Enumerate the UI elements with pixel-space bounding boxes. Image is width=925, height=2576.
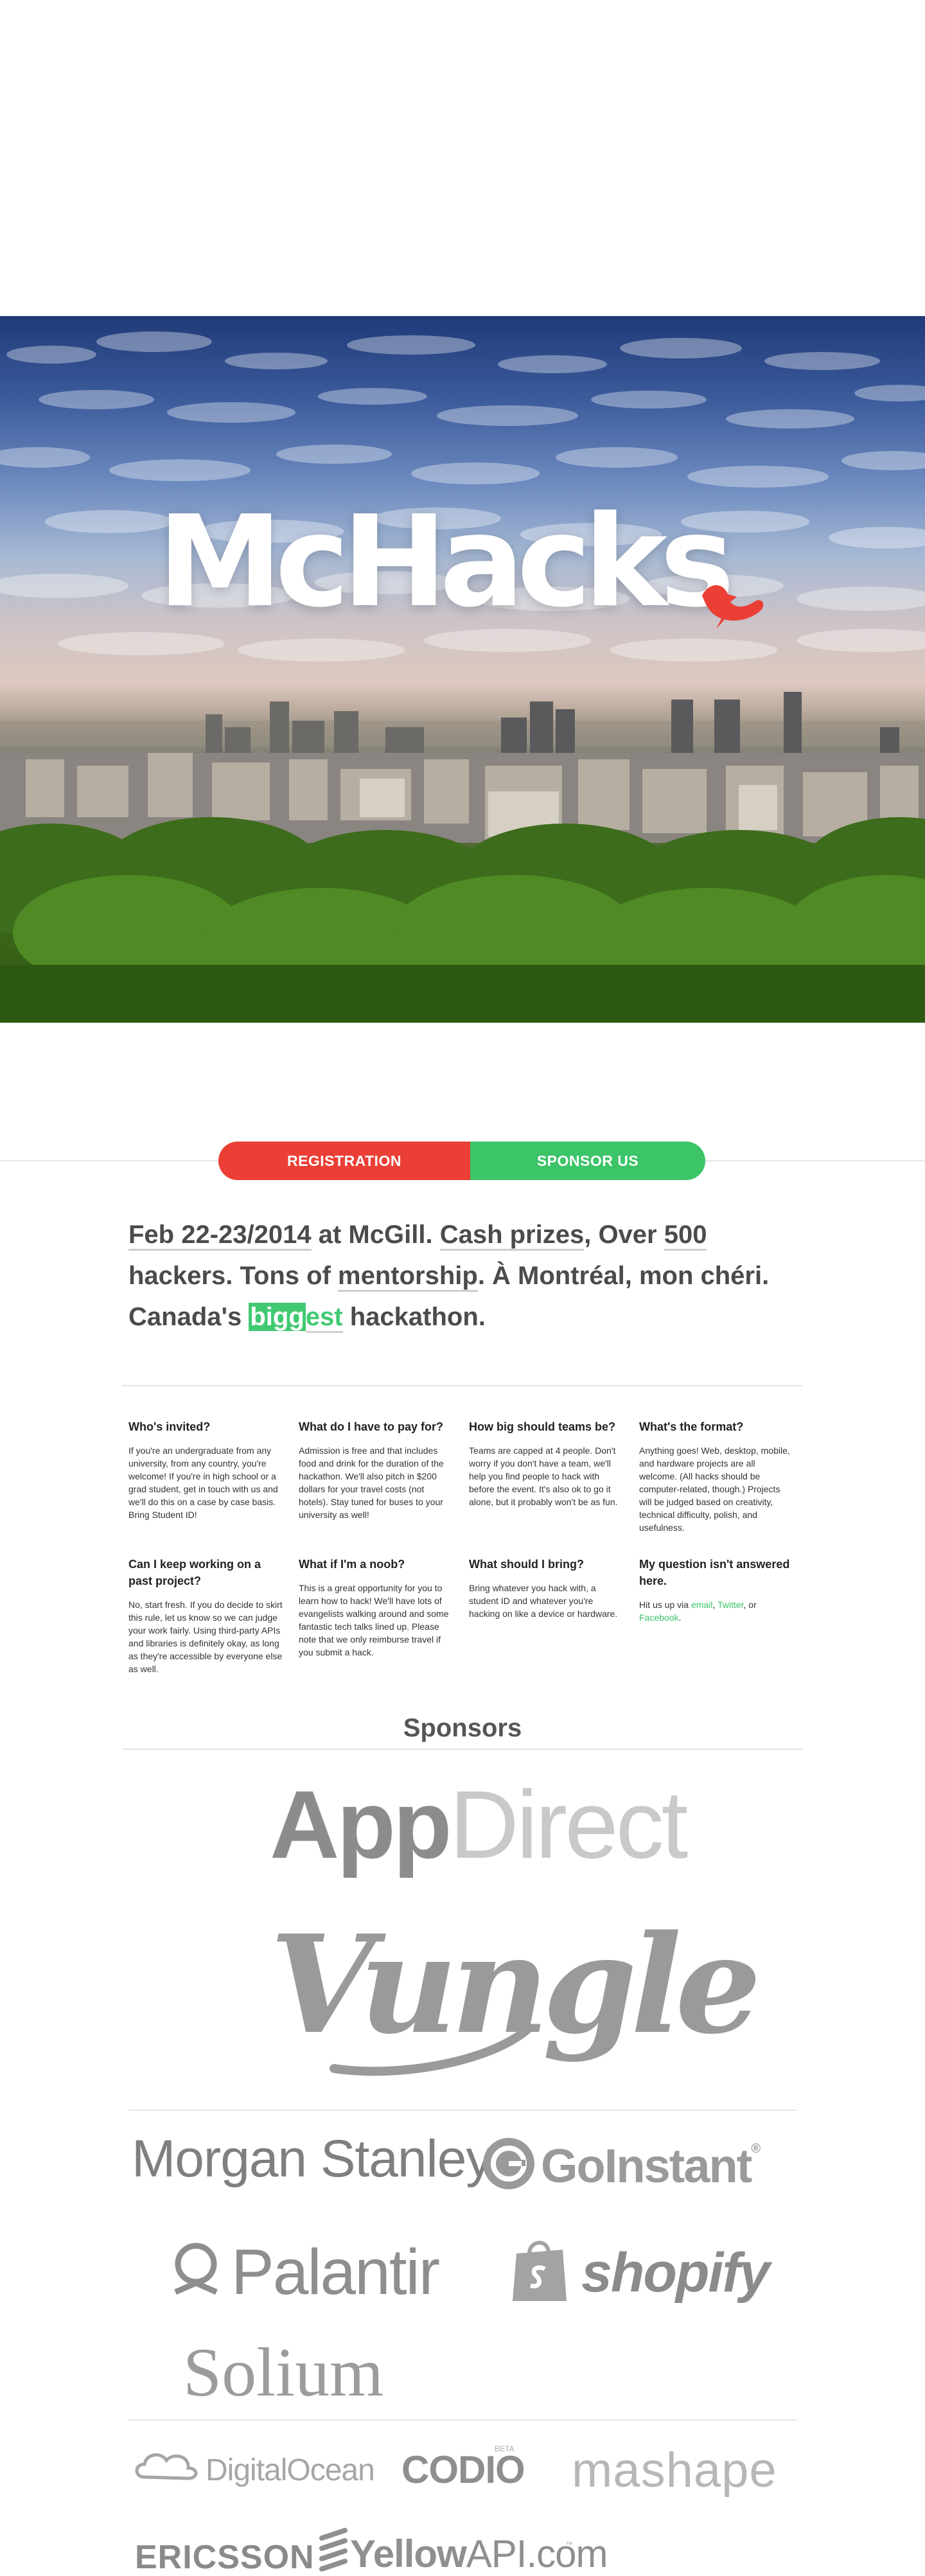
section-divider [122, 1749, 803, 1750]
faq-answer-text: . [678, 1612, 682, 1623]
faq-answer-text: Hit us up via [639, 1600, 691, 1610]
faq-question: What's the format? [639, 1420, 744, 1433]
section-divider [128, 2110, 797, 2111]
faq-answer: Anything goes! Web, desktop, mobile, and… [639, 1445, 790, 1533]
intro-text: Feb 22-23/2014 at McGill. Cash prizes, O… [128, 1214, 797, 1337]
faq-answer: Admission is free and that includes food… [299, 1445, 444, 1520]
yellowapi-logo-part: API.com [466, 2532, 608, 2575]
ericsson-logo[interactable]: ERICSSON [135, 2541, 315, 2574]
codio-beta-label: BETA [495, 2444, 515, 2453]
yellowapi-icon [319, 2528, 348, 2572]
faq-question: What do I have to pay for? [299, 1420, 444, 1433]
facebook-link[interactable]: Facebook [639, 1612, 678, 1623]
faq-answer: If you're an undergraduate from any univ… [128, 1445, 278, 1520]
mashape-logo[interactable]: mashape [572, 2446, 777, 2495]
faq-item: What's the format? Anything goes! Web, d… [639, 1418, 793, 1534]
digitalocean-cloud-icon [135, 2453, 198, 2480]
city-skyline [0, 692, 925, 1023]
yellowapi-tm-mark: ™ [565, 2540, 573, 2549]
codio-logo[interactable]: CODIO [401, 2451, 525, 2489]
faq-item: My question isn't answered here. Hit us … [639, 1556, 793, 1624]
faq-answer-text: , or [743, 1600, 757, 1610]
mchacks-logo: McHacks [157, 489, 735, 635]
intro-text-part: , Over [584, 1221, 664, 1249]
faq-question: How big should teams be? [469, 1420, 616, 1433]
faq-answer: Teams are capped at 4 people. Don't worr… [469, 1445, 618, 1507]
intro-highlight-est: est [305, 1303, 343, 1333]
faq-item: How big should teams be? Teams are cappe… [469, 1418, 623, 1508]
faq-answer: Hit us up via email, Twitter, or Faceboo… [639, 1598, 793, 1624]
solium-logo[interactable]: Solium [183, 2338, 383, 2408]
faq-item: Can I keep working on a past project? No… [128, 1556, 283, 1675]
faq-item: What do I have to pay for? Admission is … [299, 1418, 453, 1521]
yellowapi-logo-part: Yellow [350, 2532, 467, 2575]
sponsors-title: Sponsors [403, 1714, 522, 1742]
faq-item: Who's invited? If you're an undergraduat… [128, 1418, 283, 1521]
vungle-swoosh-icon [330, 2025, 531, 2076]
intro-prizes: Cash prizes [439, 1221, 585, 1251]
goinstant-circle-icon [483, 2138, 534, 2189]
intro-date: Feb 22-23/2014 [128, 1221, 312, 1251]
intro-count: 500 [664, 1221, 707, 1251]
intro-text-part: hackers. Tons of [128, 1262, 339, 1290]
faq-answer: This is a great opportunity for you to l… [299, 1583, 449, 1657]
goinstant-registered-mark: ® [751, 2142, 761, 2156]
faq-answer: Bring whatever you hack with, a student … [469, 1583, 618, 1619]
appdirect-logo[interactable]: AppDirect [270, 1776, 688, 1873]
intro-mentorship: mentorship [338, 1262, 478, 1292]
goinstant-logo[interactable]: GoInstant® [541, 2139, 761, 2192]
palantir-icon [174, 2243, 218, 2295]
faq-question: My question isn't answered here. [639, 1558, 790, 1587]
shopify-logo[interactable]: shopify [581, 2245, 770, 2300]
faq-question: What should I bring? [469, 1558, 584, 1571]
faq-item: What if I'm a noob? This is a great oppo… [299, 1556, 453, 1659]
shopify-bag-icon [513, 2241, 567, 2301]
registration-button[interactable]: REGISTRATION [218, 1142, 470, 1180]
faq-answer: No, start fresh. If you do decide to ski… [128, 1600, 283, 1674]
twitter-link[interactable]: Twitter [718, 1600, 743, 1610]
hero-banner: McHacks [0, 316, 925, 1023]
section-divider [128, 2419, 797, 2421]
faq-question: What if I'm a noob? [299, 1558, 405, 1571]
morgan-stanley-logo[interactable]: Morgan Stanley [132, 2133, 492, 2185]
email-link[interactable]: email [691, 1600, 712, 1610]
appdirect-logo-part: Direct [449, 1770, 689, 1878]
palantir-logo[interactable]: Palantir [231, 2240, 440, 2304]
faq-item: What should I bring? Bring whatever you … [469, 1556, 623, 1620]
faq-question: Can I keep working on a past project? [128, 1558, 261, 1587]
appdirect-logo-part: App [270, 1770, 452, 1878]
faq-question: Who's invited? [128, 1420, 211, 1433]
bird-logo-icon [702, 585, 764, 629]
intro-text-part: hackathon. [342, 1303, 486, 1331]
sponsor-us-button[interactable]: SPONSOR US [470, 1142, 705, 1180]
intro-highlight-big: bigg [249, 1303, 306, 1331]
faq-answer-text: , [712, 1600, 718, 1610]
goinstant-logo-text: GoInstant [541, 2139, 752, 2192]
section-divider [122, 1385, 803, 1386]
digitalocean-logo[interactable]: DigitalOcean [206, 2455, 375, 2486]
intro-text-part: at McGill. [311, 1221, 440, 1249]
